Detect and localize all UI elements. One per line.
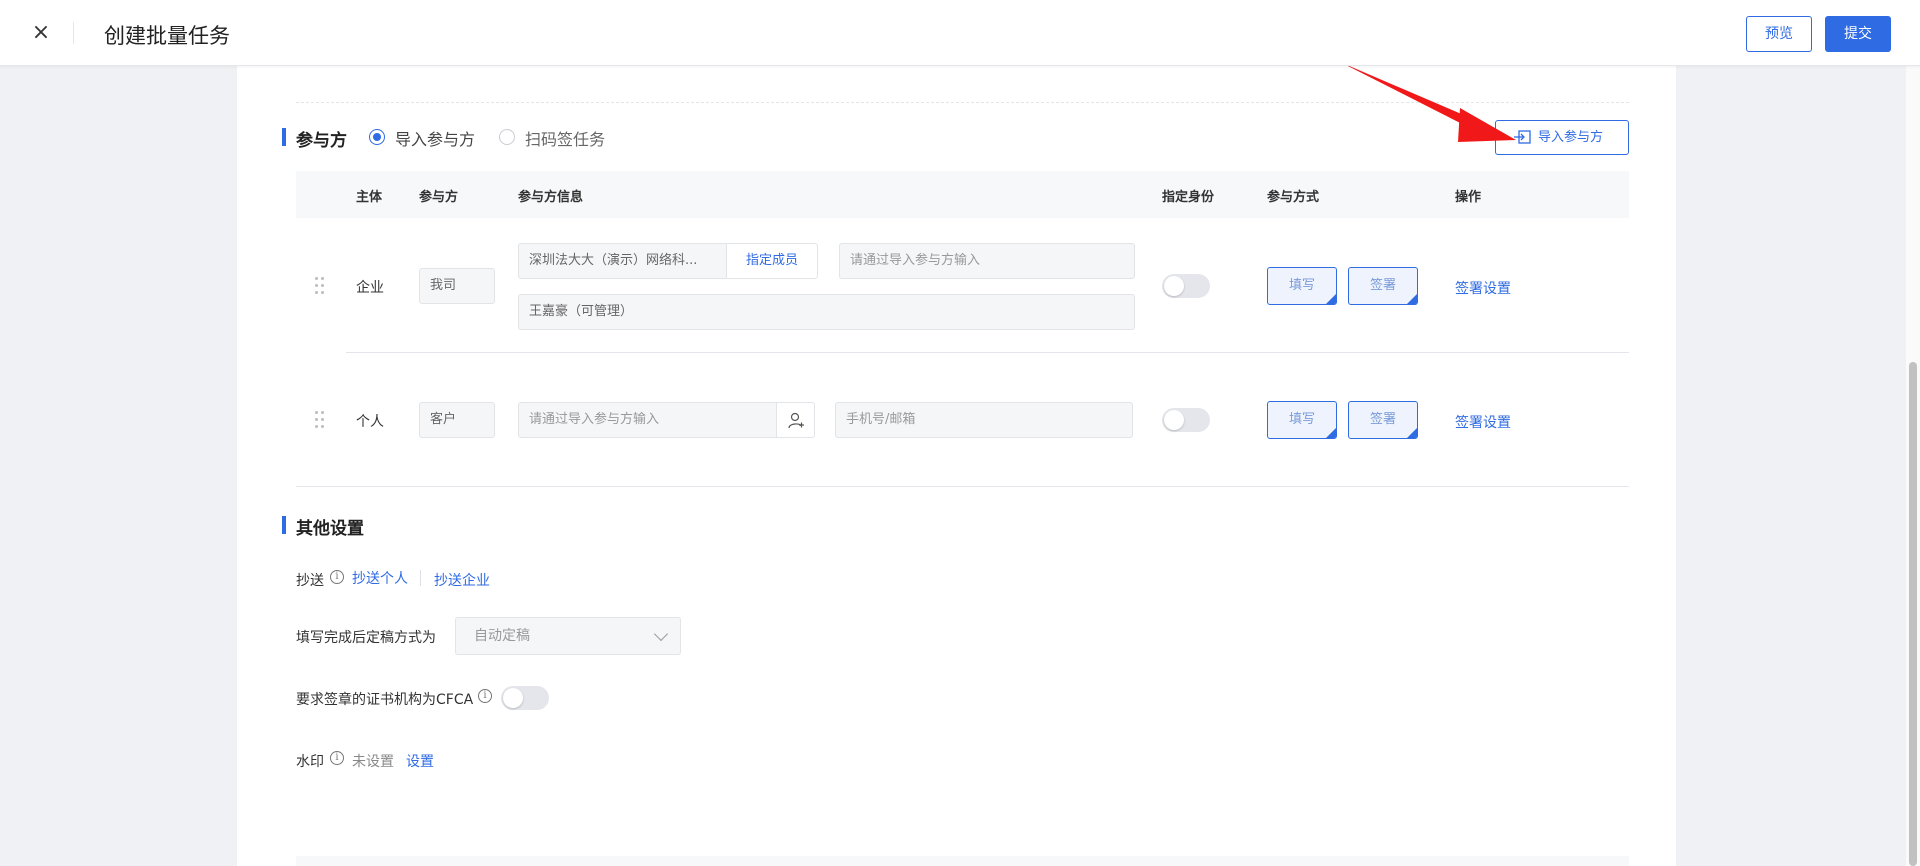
info-icon[interactable]: i — [330, 751, 344, 765]
participant-info-input[interactable]: 请通过导入参与方输入 — [839, 243, 1135, 279]
finalize-mode-value: 自动定稿 — [474, 628, 530, 644]
drag-handle-icon[interactable] — [315, 411, 325, 429]
company-info-field[interactable]: 深圳法大大（演示）网络科... — [518, 243, 727, 279]
row-subject: 个人 — [356, 414, 384, 430]
column-header-party: 参与方 — [419, 190, 459, 205]
sign-method-button[interactable]: 签署 — [1348, 401, 1418, 439]
fill-method-button[interactable]: 填写 — [1267, 401, 1337, 439]
watermark-status: 未设置 — [352, 754, 394, 770]
header-divider — [73, 22, 74, 44]
finalize-label: 填写完成后定稿方式为 — [296, 630, 436, 646]
watermark-settings-link[interactable]: 设置 — [406, 751, 434, 771]
cc-label: 抄送 — [296, 573, 324, 589]
radio-scan-sign-task-label[interactable]: 扫码签任务 — [525, 126, 605, 150]
watermark-label: 水印 — [296, 754, 324, 770]
column-header-party-info: 参与方信息 — [518, 190, 584, 205]
radio-import-participants[interactable] — [369, 129, 385, 145]
info-icon[interactable]: i — [330, 570, 344, 584]
column-header-method: 参与方式 — [1267, 190, 1320, 205]
section-marker — [282, 516, 286, 534]
radio-scan-sign-task[interactable] — [499, 129, 515, 145]
participants-table-header: 主体 参与方 参与方信息 指定身份 参与方式 操作 — [296, 171, 1629, 218]
info-icon[interactable]: i — [478, 689, 492, 703]
drag-handle-icon[interactable] — [315, 277, 325, 295]
contact-input[interactable]: 手机号/邮箱 — [835, 402, 1133, 438]
chevron-down-icon — [653, 626, 669, 642]
identity-toggle[interactable] — [1162, 274, 1210, 298]
cc-person-link[interactable]: 抄送个人 — [352, 568, 408, 588]
annotation-arrow-icon — [1340, 62, 1516, 142]
assign-member-button[interactable]: 指定成员 — [727, 243, 818, 279]
scrollbar-thumb[interactable] — [1909, 362, 1917, 866]
participants-section-title: 参与方 — [296, 131, 347, 151]
sign-method-button[interactable]: 签署 — [1348, 267, 1418, 305]
cfca-label: 要求签章的证书机构为CFCA — [296, 692, 474, 708]
import-participants-label: 导入参与方 — [1538, 130, 1604, 145]
preview-button[interactable]: 预览 — [1746, 16, 1812, 52]
participant-info-input[interactable]: 请通过导入参与方输入 — [518, 402, 777, 438]
column-header-identity: 指定身份 — [1162, 190, 1215, 205]
link-separator — [420, 570, 421, 586]
finalize-mode-select[interactable]: 自动定稿 — [455, 617, 681, 655]
member-field[interactable]: 王嘉豪（可管理） — [518, 294, 1135, 330]
add-user-icon — [788, 412, 804, 429]
sign-settings-link[interactable]: 签署设置 — [1455, 278, 1511, 298]
submit-button[interactable]: 提交 — [1825, 16, 1891, 52]
party-name-field[interactable]: 客户 — [419, 402, 495, 438]
next-section-header — [296, 856, 1629, 866]
section-marker — [282, 128, 286, 146]
top-header: × 创建批量任务 预览 提交 — [0, 0, 1920, 66]
select-contact-button[interactable] — [776, 402, 815, 438]
party-name-field[interactable]: 我司 — [419, 268, 495, 304]
column-header-actions: 操作 — [1455, 190, 1482, 205]
column-header-subject: 主体 — [356, 190, 383, 205]
sign-settings-link[interactable]: 签署设置 — [1455, 412, 1511, 432]
fill-method-button[interactable]: 填写 — [1267, 267, 1337, 305]
page-title: 创建批量任务 — [104, 24, 230, 48]
other-settings-section-title: 其他设置 — [296, 519, 364, 539]
identity-toggle[interactable] — [1162, 408, 1210, 432]
row-subject: 企业 — [356, 280, 384, 296]
cfca-toggle[interactable] — [501, 686, 549, 710]
close-icon[interactable]: × — [28, 20, 54, 46]
section-divider — [296, 486, 1629, 487]
cc-company-link[interactable]: 抄送企业 — [434, 570, 490, 590]
radio-import-participants-label[interactable]: 导入参与方 — [395, 126, 475, 150]
row-divider — [346, 352, 1629, 353]
